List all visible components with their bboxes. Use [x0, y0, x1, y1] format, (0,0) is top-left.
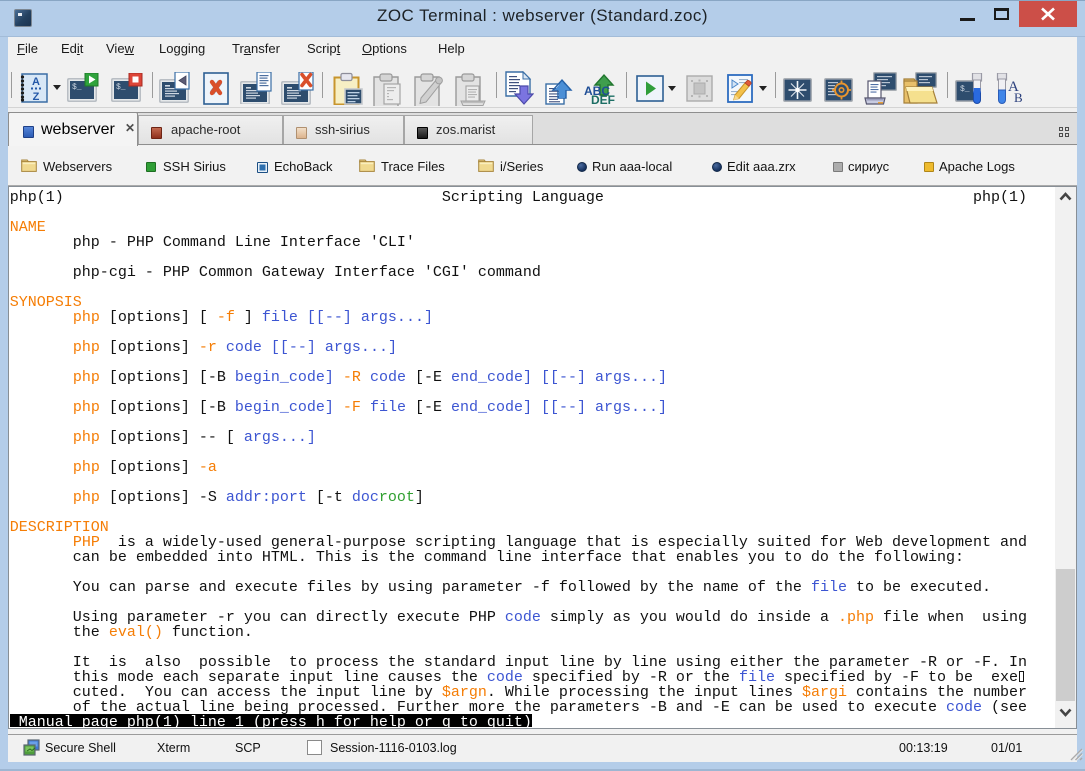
svg-text:Z: Z [33, 91, 40, 103]
svg-text:DEF: DEF [591, 93, 615, 105]
svg-text:B: B [1014, 90, 1023, 105]
svg-text:A: A [32, 76, 40, 88]
svg-text:$_: $_ [116, 83, 126, 92]
svg-text:$_: $_ [960, 85, 970, 94]
svg-text:$_: $_ [72, 83, 82, 92]
